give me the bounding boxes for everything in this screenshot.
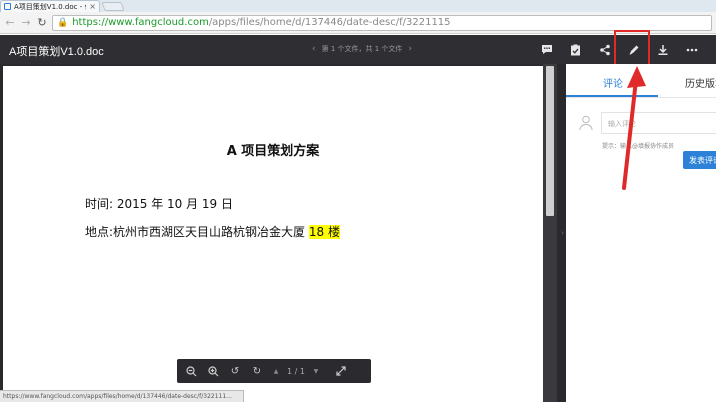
- document-time-line: 时间: 2015 年 10 月 19 日: [85, 197, 234, 211]
- viewer-header: A项目策划V1.0.doc ‹ 第 1 个文件，共 1 个文件 ›: [0, 35, 716, 64]
- comment-icon[interactable]: [532, 35, 561, 64]
- browser-toolbar: ← → ↻ 🔒 https://www.fangcloud.com/apps/f…: [0, 12, 716, 34]
- tab-comments[interactable]: 评论: [603, 75, 623, 90]
- browser-tab[interactable]: A项目策划V1.0.doc - 亿方云 ×: [0, 0, 100, 12]
- document-page: A 项目策划方案 时间: 2015 年 10 月 19 日 地点:杭州市西湖区天…: [3, 66, 543, 402]
- new-tab-button[interactable]: [101, 2, 125, 11]
- download-icon[interactable]: [648, 35, 677, 64]
- prev-file-icon[interactable]: ‹: [312, 44, 316, 54]
- tab-history[interactable]: 历史版本: [685, 75, 716, 90]
- document-viewer: A 项目策划方案 时间: 2015 年 10 月 19 日 地点:杭州市西湖区天…: [0, 64, 566, 402]
- task-icon[interactable]: [561, 35, 590, 64]
- tab-divider: [566, 97, 716, 98]
- lock-icon: 🔒: [57, 17, 69, 28]
- reload-icon[interactable]: ↻: [36, 16, 48, 30]
- address-bar[interactable]: 🔒 https://www.fangcloud.com/apps/files/h…: [52, 14, 712, 31]
- document-scrollbar[interactable]: [543, 64, 557, 402]
- zoom-toolbar: ↺ ↻ ▲ 1 / 1 ▼: [177, 359, 371, 383]
- favicon-icon: [4, 3, 11, 10]
- page-down-icon[interactable]: ▼: [311, 363, 321, 379]
- file-pager-text: 第 1 个文件，共 1 个文件: [321, 45, 403, 53]
- document-heading: A 项目策划方案: [226, 144, 320, 159]
- edit-icon[interactable]: [619, 35, 648, 64]
- scrollbar-thumb[interactable]: [546, 66, 554, 216]
- panel-collapse-handle[interactable]: ›: [559, 64, 566, 402]
- fullscreen-icon[interactable]: [333, 363, 349, 379]
- viewer-actions: [532, 35, 706, 64]
- url-text: https://www.fangcloud.com/apps/files/hom…: [72, 17, 450, 28]
- browser-status-bar: https://www.fangcloud.com/apps/files/hom…: [0, 390, 244, 402]
- next-file-icon[interactable]: ›: [408, 44, 412, 54]
- file-pager: ‹ 第 1 个文件，共 1 个文件 ›: [312, 44, 412, 54]
- more-icon[interactable]: [677, 35, 706, 64]
- forward-icon[interactable]: →: [20, 16, 32, 30]
- back-icon[interactable]: ←: [4, 16, 16, 30]
- active-tab-indicator: [566, 95, 658, 97]
- browser-tab-strip: A项目策划V1.0.doc - 亿方云 ×: [0, 0, 716, 12]
- comment-input[interactable]: 输入评论: [601, 112, 716, 134]
- zoom-out-icon[interactable]: [183, 363, 199, 379]
- url-host: https://www.fangcloud.com: [72, 17, 209, 28]
- comment-hint: 提示：输入@填报协作成员: [602, 143, 675, 150]
- share-icon[interactable]: [590, 35, 619, 64]
- page-up-icon[interactable]: ▲: [271, 363, 281, 379]
- rotate-right-icon[interactable]: ↻: [249, 363, 265, 379]
- document-location-line: 地点:杭州市西湖区天目山路杭钢冶金大厦 18 楼: [85, 223, 340, 240]
- comments-panel: 评论 历史版本 输入评论 提示：输入@填报协作成员 发表评论: [566, 64, 716, 402]
- highlighted-text: 18 楼: [308, 225, 340, 239]
- chevron-right-icon: ›: [561, 229, 564, 237]
- close-tab-icon[interactable]: ×: [89, 2, 96, 11]
- submit-comment-button[interactable]: 发表评论: [683, 151, 716, 169]
- url-path: /apps/files/home/d/137446/date-desc/f/32…: [208, 17, 451, 28]
- page-indicator: 1 / 1: [287, 366, 305, 376]
- user-avatar-icon: [579, 115, 593, 131]
- rotate-left-icon[interactable]: ↺: [227, 363, 243, 379]
- document-title: A项目策划V1.0.doc: [9, 46, 104, 58]
- zoom-in-icon[interactable]: [205, 363, 221, 379]
- browser-tab-title: A项目策划V1.0.doc - 亿方云: [14, 2, 86, 11]
- location-text: 地点:杭州市西湖区天目山路杭钢冶金大厦: [85, 225, 309, 239]
